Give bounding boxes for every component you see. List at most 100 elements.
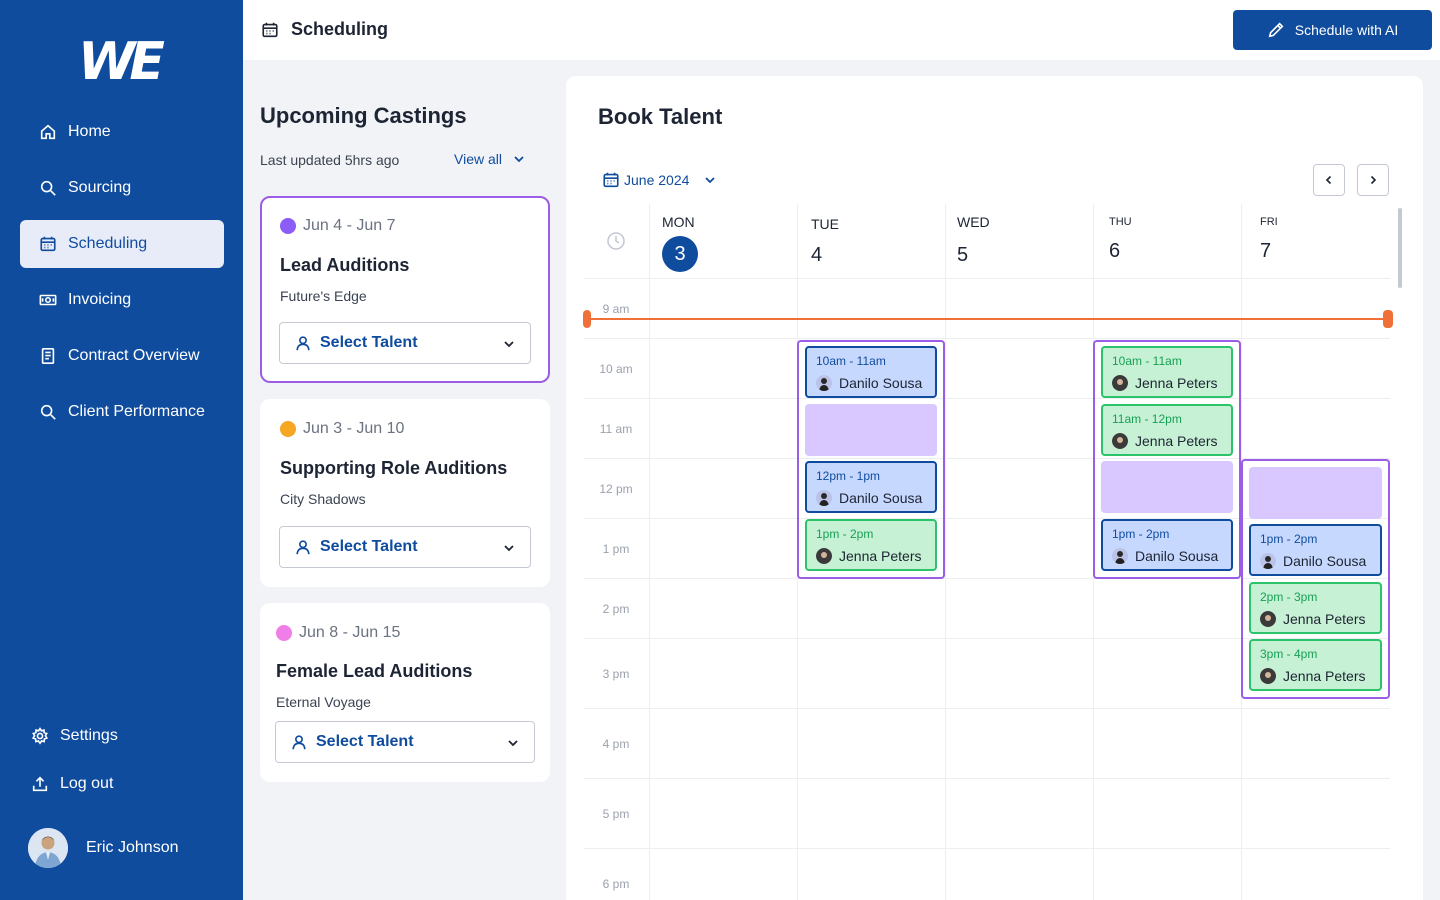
avatar xyxy=(28,828,68,868)
status-dot xyxy=(280,421,296,437)
avatar xyxy=(816,375,832,391)
booking-slot[interactable]: 12pm - 1pm Danilo Sousa xyxy=(805,461,937,513)
open-slot[interactable] xyxy=(1249,467,1382,519)
nav-label: Contract Overview xyxy=(68,347,200,364)
chevron-down-icon xyxy=(502,337,516,351)
casting-dates: Jun 3 - Jun 10 xyxy=(280,420,404,438)
nav-item-contract-overview[interactable]: Contract Overview xyxy=(20,332,224,380)
casting-card[interactable]: Jun 4 - Jun 7 Lead Auditions Future's Ed… xyxy=(260,196,550,383)
open-slot[interactable] xyxy=(1101,461,1233,513)
booking-slot[interactable]: 2pm - 3pm Jenna Peters xyxy=(1249,582,1382,634)
avatar xyxy=(1260,668,1276,684)
select-talent-label: Select Talent xyxy=(320,334,418,351)
grid-line xyxy=(584,398,1390,399)
nav-item-home[interactable]: Home xyxy=(20,108,224,156)
slot-person-name: Danilo Sousa xyxy=(1135,548,1219,564)
booking-slot[interactable]: 1pm - 2pm Danilo Sousa xyxy=(1249,524,1382,576)
document-icon xyxy=(38,346,58,366)
chevron-down-icon xyxy=(703,173,717,187)
chevron-down-icon xyxy=(512,152,526,166)
avatar xyxy=(1112,375,1128,391)
booking-slot[interactable]: 3pm - 4pm Jenna Peters xyxy=(1249,639,1382,691)
book-talent-title: Book Talent xyxy=(598,104,723,129)
calendar-icon xyxy=(602,171,620,189)
booking-slot[interactable]: 1pm - 2pm Jenna Peters xyxy=(805,519,937,571)
nav-item-invoicing[interactable]: Invoicing xyxy=(20,276,224,324)
user-icon xyxy=(294,334,312,352)
day-header-fri[interactable]: FRI 7 xyxy=(1260,216,1278,263)
user-profile[interactable]: Eric Johnson xyxy=(28,828,179,868)
grid-line xyxy=(584,278,1390,279)
chevron-down-icon xyxy=(502,541,516,555)
availability-block-tue: 10am - 11am Danilo Sousa 12pm - 1pm Dani… xyxy=(797,340,945,579)
open-slot[interactable] xyxy=(805,404,937,456)
casting-production: Eternal Voyage xyxy=(276,694,371,710)
current-time-marker xyxy=(583,310,591,328)
page-title: Scheduling xyxy=(261,19,388,40)
logout-icon xyxy=(30,774,50,794)
slot-person-name: Danilo Sousa xyxy=(839,490,923,506)
day-number: 6 xyxy=(1109,240,1121,262)
settings-link[interactable]: Settings xyxy=(30,726,118,746)
month-selector[interactable]: June 2024 xyxy=(602,171,717,189)
casting-card[interactable]: Jun 8 - Jun 15 Female Lead Auditions Ete… xyxy=(260,603,550,782)
slot-person: Danilo Sousa xyxy=(1112,548,1218,564)
day-header-mon[interactable]: MON 3 xyxy=(662,214,698,272)
booking-slot[interactable]: 11am - 12pm Jenna Peters xyxy=(1101,404,1233,456)
next-week-button[interactable] xyxy=(1357,164,1389,196)
day-header-wed[interactable]: WED 5 xyxy=(957,214,990,267)
user-name: Eric Johnson xyxy=(86,839,179,856)
slot-time: 10am - 11am xyxy=(1112,354,1182,368)
avatar xyxy=(1112,548,1128,564)
time-label: 12 pm xyxy=(599,482,633,496)
nav-item-scheduling[interactable]: Scheduling xyxy=(20,220,224,268)
day-name: MON xyxy=(662,214,695,230)
calendar-icon xyxy=(38,234,58,254)
time-label: 6 pm xyxy=(602,877,630,891)
slot-time: 11am - 12pm xyxy=(1112,412,1182,426)
booking-slot[interactable]: 10am - 11am Danilo Sousa xyxy=(805,346,937,398)
pencil-icon xyxy=(1267,21,1285,39)
time-label: 4 pm xyxy=(602,737,630,751)
slot-person: Danilo Sousa xyxy=(816,375,922,391)
select-talent-label: Select Talent xyxy=(320,538,418,555)
select-talent-dropdown[interactable]: Select Talent xyxy=(279,526,531,568)
slot-time: 3pm - 4pm xyxy=(1260,647,1318,661)
day-name: WED xyxy=(957,214,990,230)
slot-person: Danilo Sousa xyxy=(1260,553,1366,569)
casting-production: City Shadows xyxy=(280,491,366,507)
day-name: THU xyxy=(1109,216,1132,228)
booking-slot[interactable]: 10am - 11am Jenna Peters xyxy=(1101,346,1233,398)
nav-item-sourcing[interactable]: Sourcing xyxy=(20,164,224,212)
day-header-thu[interactable]: THU 6 xyxy=(1109,216,1132,263)
slot-person: Danilo Sousa xyxy=(816,490,922,506)
grid-line xyxy=(584,778,1390,779)
day-header-tue[interactable]: TUE 4 xyxy=(811,216,839,267)
casting-card[interactable]: Jun 3 - Jun 10 Supporting Role Auditions… xyxy=(260,399,550,587)
logout-link[interactable]: Log out xyxy=(30,774,113,794)
calendar-scrollbar[interactable] xyxy=(1398,208,1402,288)
month-label: June 2024 xyxy=(624,172,690,188)
current-time-line xyxy=(588,318,1388,320)
money-icon xyxy=(38,290,58,310)
search-icon xyxy=(38,178,58,198)
select-talent-dropdown[interactable]: Select Talent xyxy=(279,322,531,364)
select-talent-dropdown[interactable]: Select Talent xyxy=(275,721,535,763)
prev-week-button[interactable] xyxy=(1313,164,1345,196)
slot-person-name: Danilo Sousa xyxy=(839,375,923,391)
schedule-with-ai-button[interactable]: Schedule with AI xyxy=(1233,10,1432,50)
home-icon xyxy=(38,122,58,142)
slot-person: Jenna Peters xyxy=(1260,611,1366,627)
view-all-link[interactable]: View all xyxy=(454,151,526,167)
casting-date-range: Jun 3 - Jun 10 xyxy=(303,420,405,437)
booking-slot[interactable]: 1pm - 2pm Danilo Sousa xyxy=(1101,519,1233,571)
casting-title: Supporting Role Auditions xyxy=(280,458,508,478)
last-updated-text: Last updated 5hrs ago xyxy=(260,152,400,168)
nav-item-client-performance[interactable]: Client Performance xyxy=(20,388,224,436)
casting-dates: Jun 4 - Jun 7 xyxy=(280,217,396,235)
nav-label: Client Performance xyxy=(68,403,205,420)
avatar xyxy=(1112,433,1128,449)
slot-person-name: Danilo Sousa xyxy=(1283,553,1367,569)
slot-time: 1pm - 2pm xyxy=(816,527,874,541)
day-number: 7 xyxy=(1260,240,1272,262)
